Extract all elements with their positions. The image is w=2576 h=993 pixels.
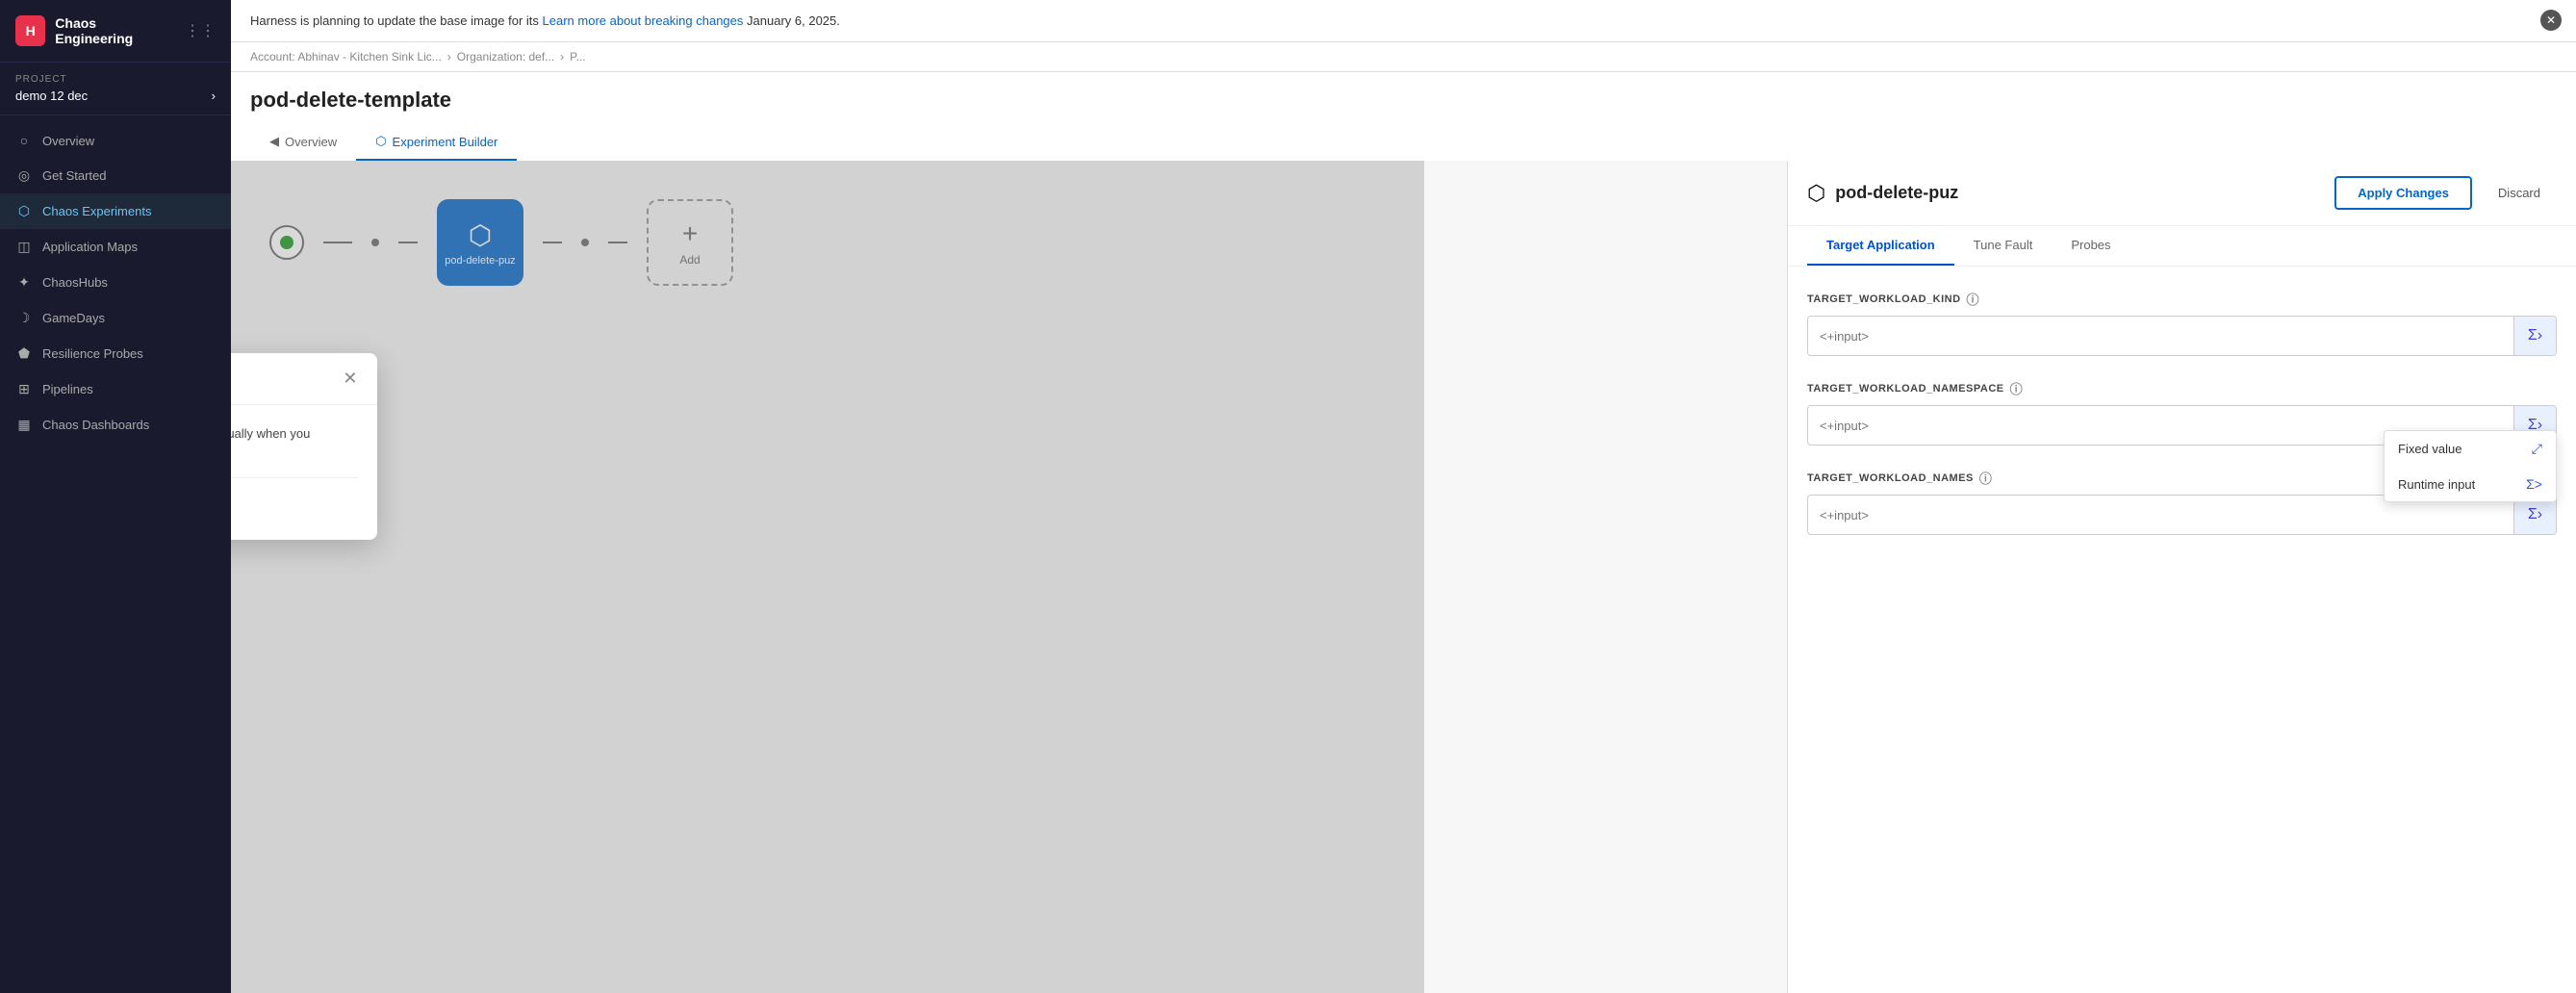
right-panel-tabs: Target Application Tune Fault Probes [1788, 226, 2576, 267]
main-content: Harness is planning to update the base i… [231, 0, 2576, 993]
notification-text: Harness is planning to update the base i… [250, 13, 539, 28]
sidebar-logo: H [15, 15, 45, 46]
sidebar-item-chaoshubs[interactable]: ✦ ChaosHubs [0, 265, 231, 300]
sidebar: H Chaos Engineering ⋮⋮ PROJECT demo 12 d… [0, 0, 231, 993]
notification-bar: Harness is planning to update the base i… [231, 0, 2576, 42]
breadcrumb-sep1: › [447, 50, 451, 64]
sidebar-item-label: GameDays [42, 311, 105, 325]
experiment-builder-area: ⬡ pod-delete-puz + Add ⬡ pod-delete-puz … [231, 161, 2576, 993]
modal-info-row: ⤢ Fixed Values are simply values that yo… [231, 424, 358, 462]
project-name: demo 12 dec › [15, 89, 216, 103]
resilience-probes-icon: ⬟ [15, 345, 33, 362]
tab-overview[interactable]: ◀ Overview [250, 124, 356, 161]
modal-divider [231, 477, 358, 478]
notification-date: January 6, 2025. [747, 13, 840, 28]
sidebar-item-label: Pipelines [42, 382, 93, 396]
get-started-icon: ◎ [15, 167, 33, 184]
page-header: pod-delete-template ◀ Overview ⬡ Experim… [231, 72, 2576, 161]
modal-info-text: Fixed Values are simply values that you … [231, 424, 358, 462]
tab-overview-icon: ◀ [269, 134, 279, 149]
sidebar-item-label: Get Started [42, 168, 106, 183]
field-input-btn-kind[interactable]: Σ› [2513, 317, 2556, 355]
project-label: PROJECT [15, 74, 216, 85]
right-panel-actions: Apply Changes Discard [2334, 176, 2557, 210]
learn-more-modal: Learn More ✕ ⤢ Fixed Values are simply v… [231, 353, 377, 540]
breadcrumb-project[interactable]: P... [570, 50, 585, 64]
sidebar-item-overview[interactable]: ○ Overview [0, 123, 231, 158]
sidebar-item-get-started[interactable]: ◎ Get Started [0, 158, 231, 193]
sidebar-item-label: Chaos Dashboards [42, 418, 149, 432]
sidebar-item-label: Overview [42, 134, 94, 148]
chaos-dashboards-icon: ▦ [15, 417, 33, 433]
right-panel-title-area: ⬡ pod-delete-puz [1807, 181, 1958, 206]
field-input-names[interactable] [1808, 498, 2513, 532]
sidebar-header: H Chaos Engineering ⋮⋮ [0, 0, 231, 63]
field-info-icon-names: ⓘ [1979, 469, 1993, 487]
page-tabs: ◀ Overview ⬡ Experiment Builder [250, 124, 2557, 161]
modal-body: ⤢ Fixed Values are simply values that yo… [231, 405, 377, 540]
discard-button[interactable]: Discard [2482, 176, 2557, 210]
modal-overlay: Learn More ✕ ⤢ Fixed Values are simply v… [231, 161, 1424, 993]
notification-close-button[interactable]: ✕ [2540, 10, 2562, 31]
right-panel: ⬡ pod-delete-puz Apply Changes Discard T… [1787, 161, 2576, 993]
application-maps-icon: ◫ [15, 239, 33, 255]
tab-experiment-builder[interactable]: ⬡ Experiment Builder [356, 124, 517, 161]
breadcrumb-sep2: › [560, 50, 564, 64]
tab-target-application[interactable]: Target Application [1807, 226, 1954, 266]
dropdown-item-runtime-input[interactable]: Runtime input Σ> [2385, 467, 2556, 501]
project-section[interactable]: PROJECT demo 12 dec › [0, 63, 231, 115]
tab-experiment-builder-icon: ⬡ [375, 134, 386, 149]
sidebar-item-label: Resilience Probes [42, 346, 143, 361]
chaoshubs-icon: ✦ [15, 274, 33, 291]
modal-close-button[interactable]: ✕ [343, 369, 357, 389]
sidebar-item-label: ChaosHubs [42, 275, 108, 290]
field-group-kind: TARGET_WORKLOAD_KIND ⓘ Σ› [1807, 290, 2557, 356]
apply-changes-button[interactable]: Apply Changes [2334, 176, 2472, 210]
sidebar-item-label: Application Maps [42, 240, 138, 254]
sigma-icon-kind: Σ› [2528, 327, 2542, 344]
modal-header: Learn More ✕ [231, 353, 377, 405]
breadcrumb-org[interactable]: Organization: def... [457, 50, 554, 64]
right-panel-icon: ⬡ [1807, 181, 1825, 206]
breadcrumb-account[interactable]: Account: Abhinav - Kitchen Sink Lic... [250, 50, 442, 64]
right-panel-title: pod-delete-puz [1835, 183, 1958, 203]
tab-probes[interactable]: Probes [2052, 226, 2130, 266]
sidebar-title: Chaos Engineering [55, 15, 175, 46]
breadcrumb: Account: Abhinav - Kitchen Sink Lic... ›… [231, 42, 2576, 72]
sidebar-item-gamedays[interactable]: ☽ GameDays [0, 300, 231, 336]
sidebar-item-pipelines[interactable]: ⊞ Pipelines [0, 371, 231, 407]
modal-checkbox-row: Don't show again [231, 490, 358, 521]
sidebar-item-chaos-dashboards[interactable]: ▦ Chaos Dashboards [0, 407, 231, 443]
dropdown-popup: Fixed value ⤢ Runtime input Σ> [2384, 430, 2557, 502]
field-info-icon-kind: ⓘ [1967, 290, 1980, 308]
field-info-icon-namespace: ⓘ [2010, 379, 2024, 397]
field-label-kind: TARGET_WORKLOAD_KIND ⓘ [1807, 290, 2557, 308]
overview-icon: ○ [15, 133, 33, 148]
sidebar-item-chaos-experiments[interactable]: ⬡ Chaos Experiments [0, 193, 231, 229]
pipelines-icon: ⊞ [15, 381, 33, 397]
chaos-experiments-icon: ⬡ [15, 203, 33, 219]
fixed-value-icon: ⤢ [2532, 441, 2542, 457]
field-label-namespace: TARGET_WORKLOAD_NAMESPACE ⓘ [1807, 379, 2557, 397]
tab-tune-fault[interactable]: Tune Fault [1954, 226, 2053, 266]
right-panel-body: TARGET_WORKLOAD_KIND ⓘ Σ› TARGET_WORKLOA… [1788, 267, 2576, 993]
gamedays-icon: ☽ [15, 310, 33, 326]
sigma-icon-names: Σ› [2528, 506, 2542, 523]
dropdown-item-fixed-value[interactable]: Fixed value ⤢ [2385, 431, 2556, 467]
field-input-kind[interactable] [1808, 319, 2513, 353]
right-panel-header: ⬡ pod-delete-puz Apply Changes Discard [1788, 161, 2576, 226]
sidebar-item-resilience-probes[interactable]: ⬟ Resilience Probes [0, 336, 231, 371]
grid-icon[interactable]: ⋮⋮ [185, 21, 216, 40]
runtime-input-icon: Σ> [2526, 476, 2542, 492]
page-title: pod-delete-template [250, 88, 2557, 113]
sidebar-item-label: Chaos Experiments [42, 204, 151, 218]
field-input-row-kind: Σ› [1807, 316, 2557, 356]
notification-link[interactable]: Learn more about breaking changes [543, 13, 744, 28]
sidebar-nav: ○ Overview ◎ Get Started ⬡ Chaos Experim… [0, 115, 231, 993]
sidebar-item-application-maps[interactable]: ◫ Application Maps [0, 229, 231, 265]
